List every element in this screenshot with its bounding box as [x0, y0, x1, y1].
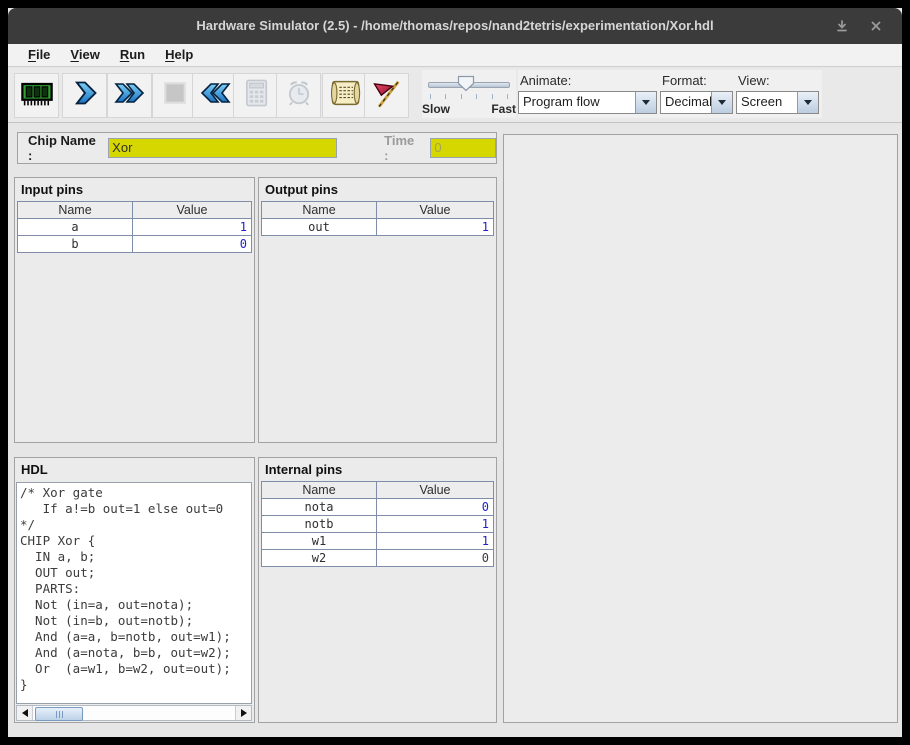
- chip-name-field[interactable]: Xor: [108, 138, 337, 158]
- time-field: 0: [430, 138, 496, 158]
- screen-display-area: [503, 134, 898, 723]
- breakpoint-flag-button[interactable]: [364, 73, 409, 118]
- table-row: b 0: [18, 236, 251, 252]
- format-label: Format:: [662, 73, 707, 88]
- table-row: w1 1: [262, 533, 493, 550]
- single-step-icon: [71, 79, 99, 112]
- animate-label: Animate:: [520, 73, 571, 88]
- internal-pins-table: Name Value nota 0 notb 1 w1 1 w2 0: [261, 481, 494, 567]
- stop-icon: [162, 80, 188, 111]
- slider-fast-label: Fast: [491, 102, 516, 116]
- menu-run[interactable]: Run: [110, 44, 155, 66]
- run-icon: [114, 79, 146, 112]
- table-row: out 1: [262, 219, 493, 235]
- hdl-panel: HDL /* Xor gate If a!=b out=1 else out=0…: [14, 457, 255, 723]
- clock-icon: [283, 77, 315, 114]
- chevron-down-icon: [642, 100, 650, 105]
- breakpoint-flag-icon: [370, 77, 404, 114]
- window-title: Hardware Simulator (2.5) - /home/thomas/…: [8, 8, 902, 44]
- table-header: Name Value: [262, 482, 493, 499]
- close-icon[interactable]: [868, 18, 884, 34]
- desktop: Hardware Simulator (2.5) - /home/thomas/…: [0, 0, 910, 745]
- animate-dropdown-arrow[interactable]: [635, 92, 656, 113]
- format-group: Format: Decimal: [660, 70, 736, 118]
- animate-group: Animate: Program flow: [518, 70, 660, 118]
- menubar: File View Run Help: [8, 44, 902, 67]
- scroll-left-button[interactable]: [17, 706, 33, 720]
- hdl-code-view[interactable]: /* Xor gate If a!=b out=1 else out=0 */ …: [16, 482, 252, 704]
- menu-help[interactable]: Help: [155, 44, 203, 66]
- hardware-simulator-window: Hardware Simulator (2.5) - /home/thomas/…: [8, 8, 902, 737]
- rewind-icon: [199, 79, 231, 112]
- table-header: Name Value: [262, 202, 493, 219]
- clock-button: [276, 73, 321, 118]
- triangle-right-icon: [241, 709, 247, 717]
- toolbar: Slow Fast Animate: Program flow Format: …: [8, 68, 902, 123]
- hdl-horizontal-scrollbar[interactable]: [16, 705, 252, 721]
- rewind-button[interactable]: [192, 73, 237, 118]
- view-dropdown-arrow[interactable]: [797, 92, 818, 113]
- hdl-title: HDL: [15, 458, 254, 481]
- single-step-button[interactable]: [62, 73, 107, 118]
- script-icon: [328, 77, 362, 114]
- output-pins-table: Name Value out 1: [261, 201, 494, 236]
- input-pins-table: Name Value a 1 b 0: [17, 201, 252, 253]
- format-select[interactable]: Decimal: [660, 91, 733, 114]
- run-button[interactable]: [107, 73, 152, 118]
- triangle-left-icon: [22, 709, 28, 717]
- speed-slider-ticks: [430, 94, 508, 99]
- output-pins-panel: Output pins Name Value out 1: [258, 177, 497, 443]
- titlebar[interactable]: Hardware Simulator (2.5) - /home/thomas/…: [8, 8, 902, 44]
- internal-pins-panel: Internal pins Name Value nota 0 notb 1 w…: [258, 457, 497, 723]
- output-pins-title: Output pins: [259, 178, 496, 201]
- chip-name-label: Chip Name :: [28, 133, 102, 163]
- chip-header-panel: Chip Name : Xor Time : 0: [17, 132, 497, 164]
- view-select[interactable]: Screen: [736, 91, 819, 114]
- input-pins-panel: Input pins Name Value a 1 b 0: [14, 177, 255, 443]
- scrollbar-track[interactable]: [33, 706, 235, 720]
- time-label: Time :: [384, 133, 421, 163]
- animate-select[interactable]: Program flow: [518, 91, 657, 114]
- scrollbar-thumb[interactable]: [35, 707, 83, 721]
- speed-slider-group: Slow Fast: [422, 70, 516, 118]
- view-group: View: Screen: [736, 70, 822, 118]
- view-label: View:: [738, 73, 770, 88]
- load-chip-icon: [19, 75, 55, 116]
- calculator-button: [233, 73, 278, 118]
- table-row: nota 0: [262, 499, 493, 516]
- minimize-icon[interactable]: [834, 18, 850, 34]
- chevron-down-icon: [804, 100, 812, 105]
- table-header: Name Value: [18, 202, 251, 219]
- chevron-down-icon: [718, 100, 726, 105]
- menu-view[interactable]: View: [60, 44, 109, 66]
- load-chip-button[interactable]: [14, 73, 59, 118]
- internal-pins-title: Internal pins: [259, 458, 496, 481]
- format-dropdown-arrow[interactable]: [711, 92, 732, 113]
- table-row: w2 0: [262, 550, 493, 566]
- table-row: notb 1: [262, 516, 493, 533]
- menu-file[interactable]: File: [18, 44, 60, 66]
- scroll-right-button[interactable]: [235, 706, 251, 720]
- table-row: a 1: [18, 219, 251, 236]
- script-button[interactable]: [322, 73, 367, 118]
- slider-slow-label: Slow: [422, 102, 450, 116]
- input-pins-title: Input pins: [15, 178, 254, 201]
- calculator-icon: [240, 77, 272, 114]
- stop-button[interactable]: [152, 73, 197, 118]
